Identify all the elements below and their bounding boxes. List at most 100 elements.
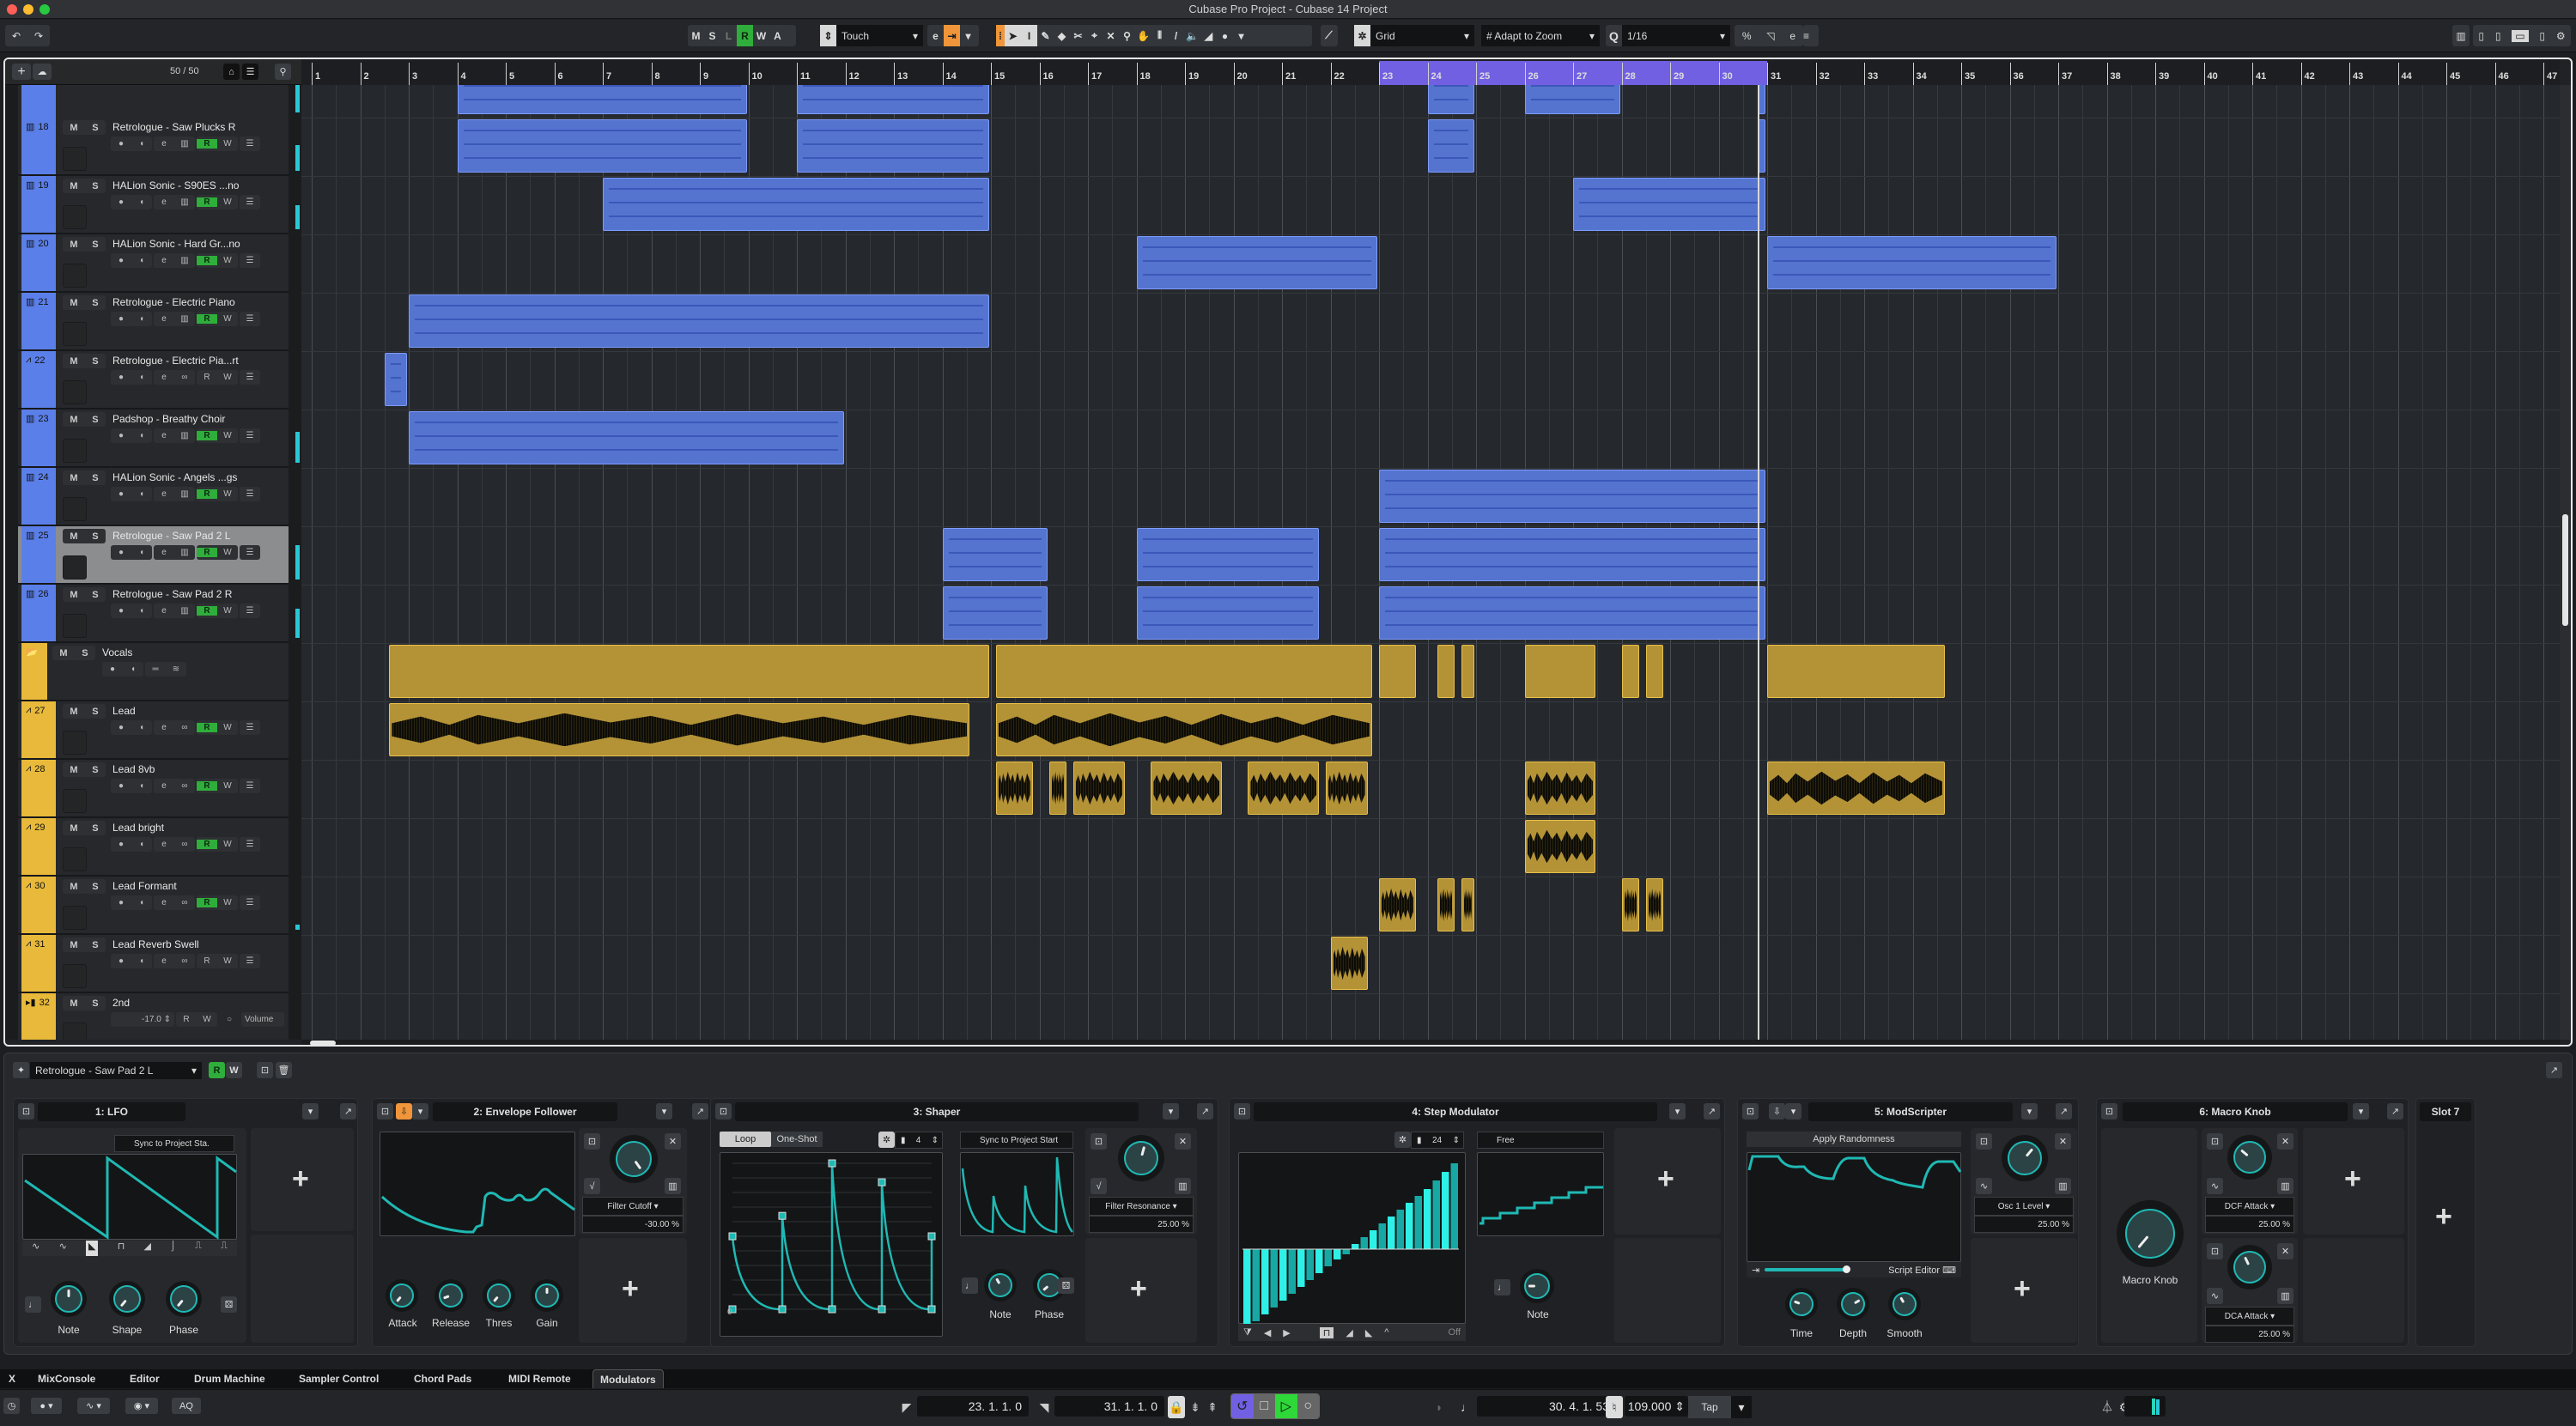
record-button[interactable]: ○ — [1297, 1394, 1319, 1418]
write-automation-button[interactable]: W — [226, 1062, 242, 1078]
add-target-slot[interactable]: + — [251, 1128, 354, 1231]
gear-icon[interactable]: ⚙ — [2556, 30, 2566, 42]
write-button[interactable]: W — [217, 606, 238, 616]
track-row[interactable]: ⩘ 31 M S Lead Reverb Swell ● ◖ e ∞ R W ☰ — [18, 935, 289, 993]
record-enable-icon[interactable]: ● — [111, 898, 131, 907]
track-name[interactable]: Lead Reverb Swell — [112, 938, 199, 950]
shaper-node[interactable] — [828, 1159, 836, 1168]
mirror-icon[interactable]: ⧩ — [1243, 1327, 1252, 1338]
track-name[interactable]: Lead bright — [112, 822, 164, 834]
right-zone-toggle[interactable]: ▯ — [2539, 30, 2545, 42]
mute-button[interactable]: M — [70, 940, 77, 950]
edit-channel-icon[interactable]: e — [154, 781, 174, 791]
note-sync-icon[interactable]: ♩ — [962, 1277, 978, 1294]
track-presets-icon[interactable]: ☁ — [33, 64, 52, 80]
bypass-icon[interactable]: ⊡ — [1742, 1103, 1759, 1120]
solo-button[interactable]: S — [92, 415, 98, 425]
monitor-icon[interactable]: ◖ — [131, 548, 152, 557]
undo-icon[interactable]: ↶ — [12, 30, 21, 42]
audio-event[interactable] — [1248, 762, 1320, 815]
mute-tool[interactable]: ✕ — [1103, 25, 1119, 46]
audio-record-dropdown[interactable]: ∿ ▾ — [77, 1398, 110, 1414]
note-knob[interactable] — [51, 1281, 87, 1317]
track-row[interactable]: ▥ 19 M S HALion Sonic - S90ES ...no ● ◖ e ▥ R W ☰ — [18, 176, 289, 234]
track-row[interactable]: ▥ 21 M S Retrologue - Electric Piano ● ◖ e ▥ R W ☰ — [18, 293, 289, 351]
read-button[interactable]: R — [197, 898, 217, 907]
target-dropdown[interactable]: DCF Attack ▾ — [2205, 1197, 2294, 1216]
one-shot-button[interactable]: One-Shot — [771, 1132, 823, 1147]
midi-part[interactable] — [1524, 85, 1620, 114]
quantize-apply-icon[interactable]: ◹ — [1766, 30, 1774, 42]
solo-button[interactable]: S — [92, 531, 98, 542]
chevron-down-icon[interactable]: ▾ — [2353, 1103, 2369, 1120]
add-target-slot[interactable]: + — [2303, 1128, 2404, 1235]
inserts-icon[interactable]: ☰ — [240, 489, 260, 499]
edit-channel-icon[interactable]: e — [154, 197, 174, 207]
write-button[interactable]: W — [217, 139, 238, 149]
step-bar[interactable] — [1243, 1249, 1251, 1328]
audio-event[interactable] — [995, 762, 1033, 815]
inserts-icon[interactable]: ☰ — [240, 314, 260, 324]
inserts-icon[interactable]: ☰ — [240, 373, 260, 382]
track-name[interactable]: Lead — [112, 705, 136, 717]
step-display[interactable] — [1238, 1152, 1466, 1328]
write-button[interactable]: W — [217, 197, 238, 207]
shaper-node[interactable] — [778, 1305, 787, 1314]
write-button[interactable]: W — [217, 431, 238, 440]
mute-button[interactable]: M — [59, 648, 67, 658]
snap-icon[interactable]: ✲ — [878, 1132, 895, 1148]
write-button[interactable]: W — [217, 548, 238, 557]
swing-value[interactable]: Off — [1449, 1327, 1466, 1338]
expand-icon[interactable]: ↗ — [2056, 1103, 2072, 1120]
tab-chord-pads[interactable]: Chord Pads — [407, 1369, 478, 1388]
track-lane-toggle[interactable] — [63, 147, 87, 171]
track-lane-toggle[interactable] — [63, 555, 87, 580]
step-bar[interactable] — [1414, 1196, 1423, 1249]
right-locator[interactable]: 31. 1. 1. 0 — [1054, 1396, 1164, 1417]
track-list-icon[interactable]: ☰ — [242, 64, 258, 80]
step-bar[interactable] — [1261, 1249, 1269, 1314]
monitor-icon[interactable]: ◖ — [131, 314, 152, 324]
chevron-down-icon[interactable]: ▾ — [1731, 1396, 1752, 1418]
tab-sampler-control[interactable]: Sampler Control — [292, 1369, 386, 1388]
track-row[interactable]: ⩘ 28 M S Lead 8vb ● ◖ e ∞ R W ☰ — [18, 760, 289, 818]
audio-event[interactable] — [1767, 762, 1946, 815]
add-track-icon[interactable]: + — [12, 64, 31, 80]
performance-icon[interactable]: ◷ — [3, 1398, 20, 1414]
read-button[interactable]: R — [197, 840, 217, 849]
mute-button[interactable]: M — [70, 415, 77, 425]
smooth-knob[interactable] — [1887, 1287, 1922, 1321]
monitor-icon[interactable]: ◖ — [131, 781, 152, 791]
sidechain-icon[interactable]: ⇩ — [396, 1103, 412, 1120]
chevron-down-icon[interactable]: ▾ — [302, 1103, 319, 1120]
step-bar[interactable] — [1297, 1249, 1305, 1287]
folder-part[interactable] — [1379, 645, 1417, 698]
color-palette-icon[interactable]: ● — [1217, 25, 1233, 46]
track-row[interactable]: ▥ 18 M S Retrologue - Saw Plucks R ● ◖ e ▥ R W ☰ — [18, 118, 289, 176]
musical-time-icon[interactable]: ♩ — [1460, 1396, 1473, 1418]
audio-event[interactable] — [1524, 820, 1596, 873]
midi-part[interactable] — [409, 294, 989, 348]
track-lane-toggle[interactable] — [63, 497, 87, 521]
track-lane-toggle[interactable] — [63, 205, 87, 229]
audio-event[interactable] — [1461, 878, 1474, 931]
midi-part[interactable] — [1379, 528, 1765, 581]
track-row[interactable]: ▥ 23 M S Padshop - Breathy Choir ● ◖ e ▥ R W ☰ — [18, 410, 289, 468]
audio-event[interactable] — [1073, 762, 1126, 815]
monitor-icon[interactable]: ◖ — [131, 139, 152, 149]
left-locator-icon[interactable]: ◤ — [902, 1396, 912, 1418]
inserts-icon[interactable]: ☰ — [240, 956, 260, 966]
mute-button[interactable]: M — [70, 123, 77, 133]
mute-state-button[interactable]: M — [688, 25, 704, 46]
target-dropdown[interactable]: DCA Attack ▾ — [2205, 1307, 2294, 1326]
edit-channel-icon[interactable]: e — [154, 373, 174, 382]
monitor-icon[interactable]: ◖ — [131, 606, 152, 616]
pin-icon[interactable]: ✦ — [13, 1062, 29, 1078]
edit-channel-icon[interactable]: e — [154, 139, 174, 149]
import-icon[interactable]: ⇥ — [1747, 1265, 1765, 1276]
align-icon[interactable]: ≡ — [1803, 25, 1819, 46]
step-bar[interactable] — [1388, 1217, 1395, 1249]
gain-knob[interactable] — [531, 1279, 563, 1312]
track-lane-toggle[interactable] — [63, 906, 87, 930]
mute-button[interactable]: M — [70, 823, 77, 834]
